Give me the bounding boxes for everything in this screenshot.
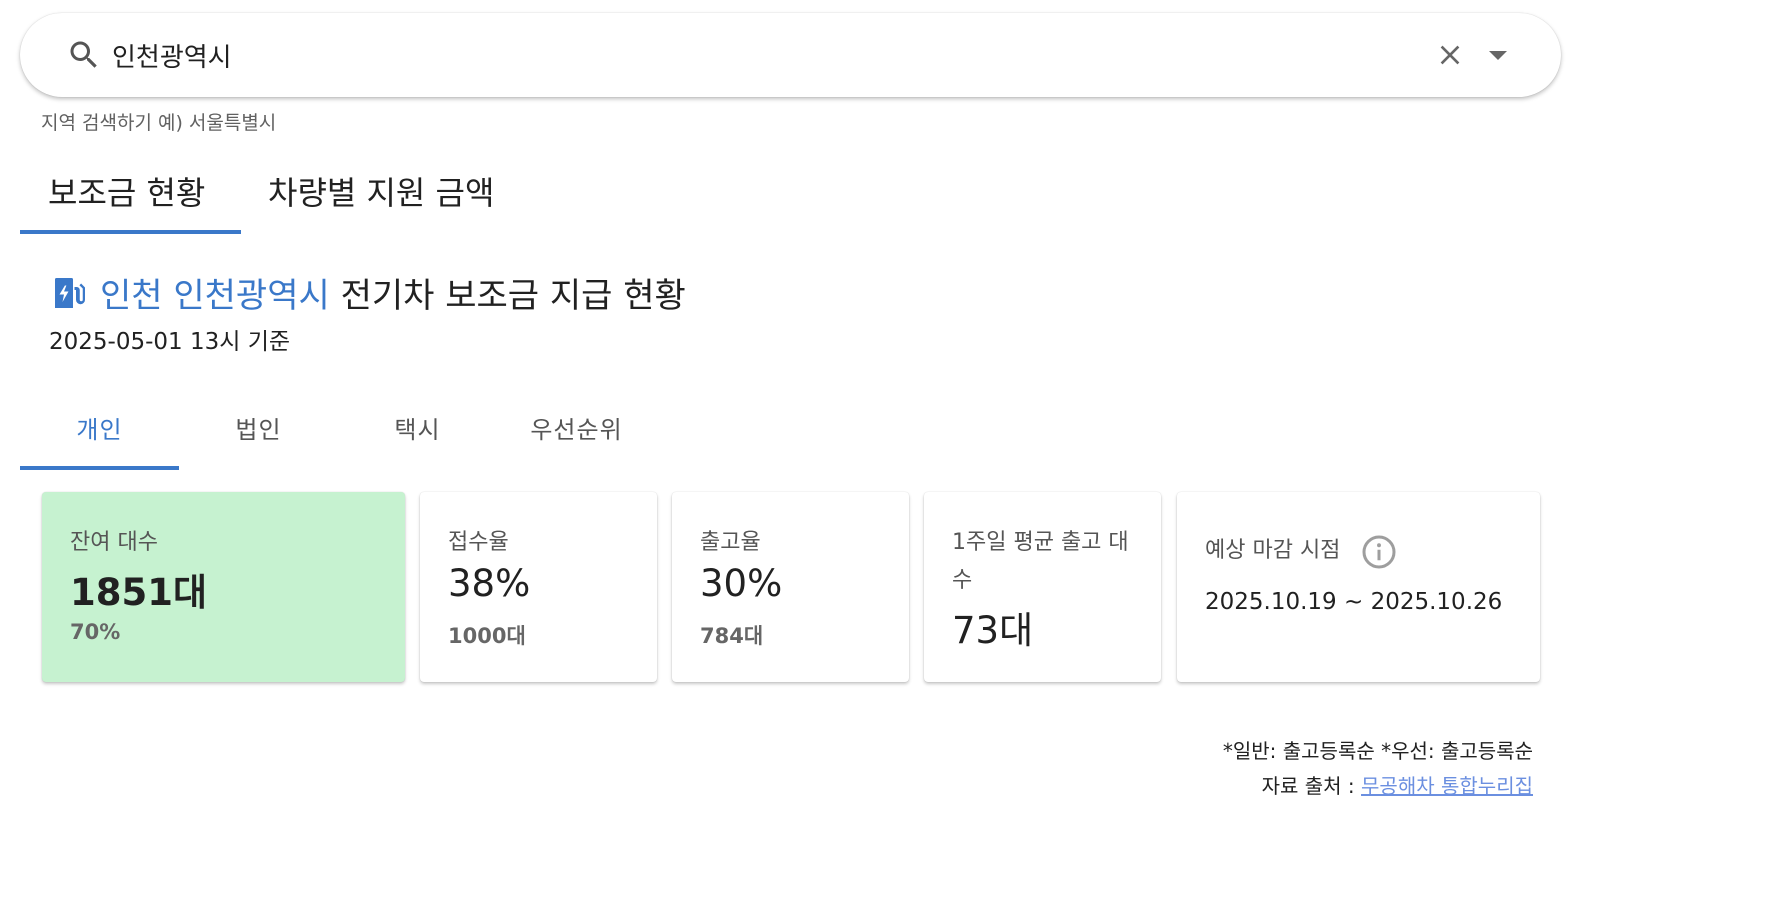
subtab-indicator (20, 466, 179, 470)
ev-charging-icon (55, 278, 85, 308)
source-label: 자료 출처 : (1261, 774, 1362, 798)
title-region: 인천 인천광역시 (100, 276, 330, 316)
info-icon[interactable] (1361, 534, 1397, 570)
release-rate-label: 출고율 (700, 530, 761, 555)
tab-subsidy-status[interactable]: 보조금 현황 (48, 168, 205, 216)
remaining-value: 1851대 (70, 571, 208, 614)
weekly-avg-card: 1주일 평균 출고 대수 73대 (924, 492, 1161, 682)
data-source: 자료 출처 : 무공해차 통합누리집 (1262, 770, 1533, 799)
tab-vehicle-support-amount[interactable]: 차량별 지원 금액 (268, 168, 494, 216)
main-tab-indicator (20, 230, 241, 234)
reception-count: 1000대 (448, 624, 526, 648)
deadline-card: 예상 마감 시점 2025.10.19 ~ 2025.10.26 (1177, 492, 1540, 682)
subtab-priority[interactable]: 우선순위 (497, 410, 656, 445)
weekly-avg-value: 73대 (952, 609, 1034, 652)
release-count: 784대 (700, 624, 764, 648)
deadline-label: 예상 마감 시점 (1205, 538, 1341, 563)
remaining-percent: 70% (70, 620, 121, 644)
title-text: 전기차 보조금 지급 현황 (340, 276, 686, 316)
caret-down-icon[interactable] (1486, 45, 1510, 65)
release-rate-value: 30% (700, 562, 783, 605)
close-icon[interactable] (1434, 39, 1466, 71)
search-input[interactable] (112, 33, 1412, 77)
search-icon (70, 41, 97, 68)
search-hint: 지역 검색하기 예) 서울특별시 (41, 112, 277, 134)
reception-rate-value: 38% (448, 562, 531, 605)
subtab-taxi[interactable]: 택시 (338, 410, 497, 445)
release-rate-card: 출고율 30% 784대 (672, 492, 909, 682)
subtab-corporate[interactable]: 법인 (179, 410, 338, 445)
weekly-avg-label: 1주일 평균 출고 대수 (952, 530, 1129, 593)
as-of-timestamp: 2025-05-01 13시 기준 (49, 329, 291, 355)
page-title: 인천 인천광역시 전기차 보조금 지급 현황 (100, 268, 686, 317)
deadline-value: 2025.10.19 ~ 2025.10.26 (1205, 589, 1503, 615)
order-note: *일반: 출고등록순 *우선: 출고등록순 (1222, 739, 1533, 763)
source-link[interactable]: 무공해차 통합누리집 (1361, 774, 1533, 798)
reception-rate-card: 접수율 38% 1000대 (420, 492, 657, 682)
subtab-individual[interactable]: 개인 (20, 410, 179, 445)
remaining-label: 잔여 대수 (70, 530, 158, 555)
remaining-card: 잔여 대수 1851대 70% (42, 492, 405, 682)
search-bar (20, 13, 1561, 97)
reception-rate-label: 접수율 (448, 530, 509, 555)
